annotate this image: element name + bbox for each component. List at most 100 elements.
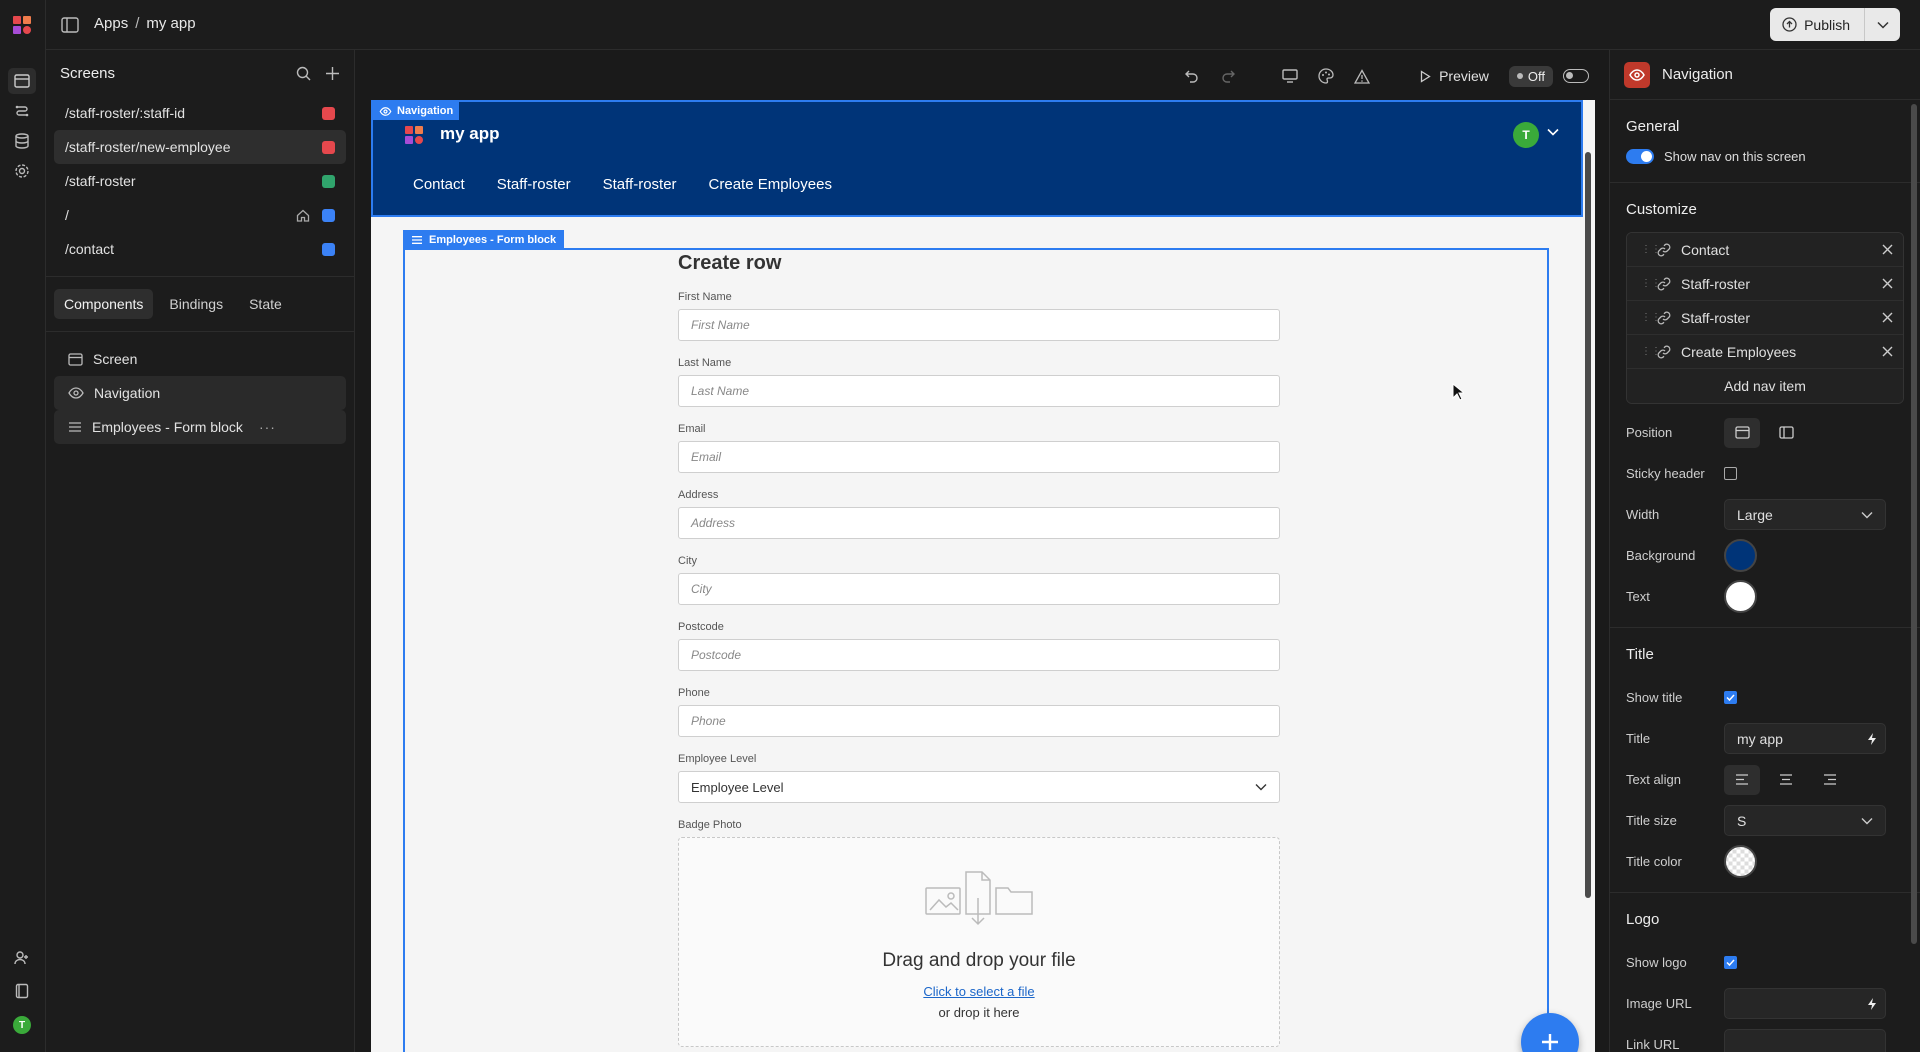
text-input[interactable]: Email <box>678 441 1280 473</box>
preview-button[interactable]: Preview <box>1420 68 1489 84</box>
employee-level-select[interactable]: Employee Level <box>678 771 1280 803</box>
background-color-swatch[interactable] <box>1724 539 1757 572</box>
position-top-icon[interactable] <box>1724 417 1760 448</box>
tab-components[interactable]: Components <box>54 289 154 319</box>
text-input[interactable]: Phone <box>678 705 1280 737</box>
add-screen-icon[interactable] <box>325 66 340 81</box>
settings-gear-icon[interactable] <box>11 160 33 182</box>
docs-book-icon[interactable] <box>11 980 33 1002</box>
preview-app-title[interactable]: my app <box>440 124 500 144</box>
settings-scrollbar[interactable] <box>1911 104 1917 944</box>
off-status-pill[interactable]: Off <box>1508 65 1553 87</box>
text-input[interactable]: City <box>678 573 1280 605</box>
lightning-binding-icon[interactable] <box>1867 732 1877 746</box>
title-size-select[interactable]: S <box>1724 805 1886 836</box>
link-url-input[interactable] <box>1724 1029 1886 1052</box>
text-input[interactable]: Address <box>678 507 1280 539</box>
nav-item-row[interactable]: ⋮⋮ Contact <box>1627 233 1903 267</box>
nav-link-staff-roster[interactable]: Staff-roster <box>497 176 571 193</box>
screen-item[interactable]: /staff-roster/:staff-id <box>54 96 346 130</box>
employees-form-block[interactable]: Employees - Form block Create row First … <box>403 230 1549 1052</box>
remove-nav-item-icon[interactable] <box>1882 310 1893 326</box>
remove-nav-item-icon[interactable] <box>1882 242 1893 258</box>
file-dropzone[interactable]: Drag and drop your file Click to select … <box>678 837 1280 1047</box>
text-color-swatch[interactable] <box>1724 580 1757 613</box>
screen-item[interactable]: /contact <box>54 232 346 266</box>
screen-icon <box>68 352 83 366</box>
align-right-icon[interactable] <box>1812 765 1848 795</box>
employee-level-field: Employee Level Employee Level <box>678 753 1280 803</box>
publish-button[interactable]: Publish <box>1770 8 1864 41</box>
title-input[interactable]: my app <box>1724 723 1886 754</box>
home-icon <box>296 209 310 222</box>
tab-state[interactable]: State <box>239 289 292 319</box>
search-icon[interactable] <box>296 66 311 81</box>
nav-item-row[interactable]: ⋮⋮ Create Employees <box>1627 335 1903 369</box>
user-avatar-icon[interactable]: T <box>11 1014 33 1036</box>
text-input[interactable]: Postcode <box>678 639 1280 671</box>
nav-link-staff-roster-2[interactable]: Staff-roster <box>603 176 677 193</box>
redo-icon[interactable] <box>1220 68 1236 84</box>
database-nav-icon[interactable] <box>11 130 33 152</box>
canvas-scrollbar[interactable] <box>1585 152 1591 898</box>
nav-link-create-employees[interactable]: Create Employees <box>709 176 832 193</box>
field-label: Last Name <box>678 357 732 369</box>
screen-item[interactable]: /staff-roster/new-employee <box>54 130 346 164</box>
show-nav-row: Show nav on this screen <box>1626 149 1904 182</box>
title-heading: Title <box>1626 646 1654 663</box>
preview-user-avatar[interactable]: T <box>1513 122 1539 148</box>
device-desktop-icon[interactable] <box>1282 69 1298 83</box>
toggle-switch[interactable] <box>1563 69 1589 83</box>
title-color-swatch[interactable] <box>1724 845 1757 878</box>
align-left-icon[interactable] <box>1724 764 1760 795</box>
tab-bindings[interactable]: Bindings <box>159 289 233 319</box>
text-label: Text <box>1626 589 1650 604</box>
show-logo-checkbox[interactable] <box>1724 956 1737 969</box>
drag-handle-icon[interactable]: ⋮⋮ <box>1641 312 1661 323</box>
title-size-value: S <box>1737 812 1747 829</box>
app-logo-icon[interactable] <box>403 124 427 146</box>
sticky-header-checkbox[interactable] <box>1724 467 1737 480</box>
width-select[interactable]: Large <box>1724 499 1886 530</box>
show-nav-toggle[interactable] <box>1626 149 1654 164</box>
budibase-logo-icon[interactable] <box>11 14 33 36</box>
add-user-icon[interactable] <box>11 947 33 969</box>
remove-nav-item-icon[interactable] <box>1882 344 1893 360</box>
text-input[interactable]: Last Name <box>678 375 1280 407</box>
lightning-binding-icon[interactable] <box>1867 997 1877 1011</box>
preview-navigation-bar[interactable]: Navigation my app T Contact Staff-roster… <box>371 100 1583 217</box>
screen-item[interactable]: / <box>54 198 346 232</box>
more-options-icon[interactable]: ··· <box>259 419 276 435</box>
drag-handle-icon[interactable]: ⋮⋮ <box>1641 278 1661 289</box>
breadcrumb-app-name[interactable]: my app <box>146 15 195 32</box>
breadcrumb-apps[interactable]: Apps <box>94 15 128 32</box>
align-center-icon[interactable] <box>1768 765 1804 795</box>
tree-item-form-block[interactable]: Employees - Form block ··· <box>54 410 346 444</box>
theme-palette-icon[interactable] <box>1318 68 1334 84</box>
title-color-label: Title color <box>1626 854 1682 869</box>
nav-item-row[interactable]: ⋮⋮ Staff-roster <box>1627 301 1903 335</box>
screen-item[interactable]: /staff-roster <box>54 164 346 198</box>
publish-options-button[interactable] <box>1864 8 1900 41</box>
screens-nav-icon[interactable] <box>8 68 36 94</box>
automation-nav-icon[interactable] <box>11 100 33 122</box>
tree-item-screen[interactable]: Screen <box>54 342 346 376</box>
drag-handle-icon[interactable]: ⋮⋮ <box>1641 244 1661 255</box>
add-nav-item-button[interactable]: Add nav item <box>1627 369 1903 403</box>
text-input[interactable]: First Name <box>678 309 1280 341</box>
select-file-link[interactable]: Click to select a file <box>679 984 1279 999</box>
position-left-icon[interactable] <box>1768 418 1804 448</box>
chevron-down-icon[interactable] <box>1547 128 1559 136</box>
nav-link-contact[interactable]: Contact <box>413 176 465 193</box>
image-url-input[interactable] <box>1724 988 1886 1019</box>
warning-icon[interactable] <box>1354 68 1371 84</box>
drag-handle-icon[interactable]: ⋮⋮ <box>1641 346 1661 357</box>
logo-heading: Logo <box>1626 911 1660 928</box>
show-title-checkbox[interactable] <box>1724 691 1737 704</box>
nav-item-row[interactable]: ⋮⋮ Staff-roster <box>1627 267 1903 301</box>
eye-icon <box>1624 61 1650 88</box>
undo-icon[interactable] <box>1184 68 1200 84</box>
remove-nav-item-icon[interactable] <box>1882 276 1893 292</box>
app-menu-icon[interactable] <box>58 13 82 37</box>
tree-item-navigation[interactable]: Navigation <box>54 376 346 410</box>
